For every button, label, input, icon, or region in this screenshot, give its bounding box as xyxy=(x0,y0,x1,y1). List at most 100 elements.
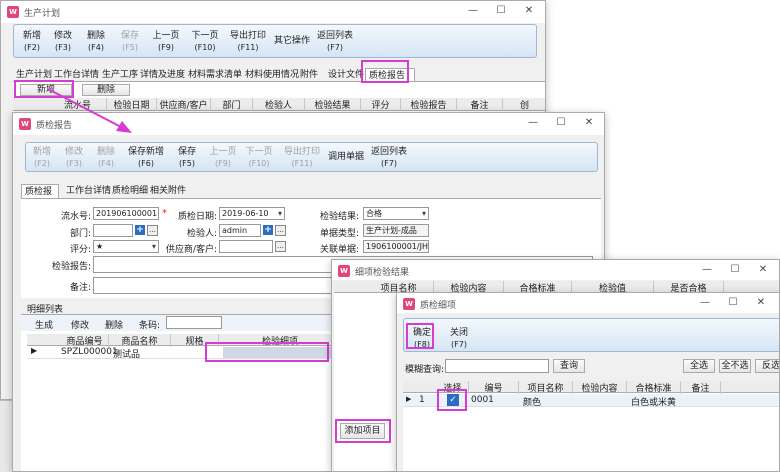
inspector-more-icon[interactable]: … xyxy=(275,225,286,236)
table-row[interactable]: ▶ SPZL000001 测试品 xyxy=(27,346,342,360)
save-button[interactable]: 保存 (F5) xyxy=(174,147,200,169)
window-title: 生产计划 xyxy=(24,9,61,19)
report-list-header: 流水号 检验日期 供应商/客户 部门 检验人 检验结果 评分 检验报告 备注 创 xyxy=(13,98,545,111)
new-button[interactable]: 新增 (F2) xyxy=(30,147,54,169)
next-page-key: (F10) xyxy=(194,43,216,52)
tab-material-demand[interactable]: 材料需求清单 xyxy=(185,68,245,82)
next-page-key: (F10) xyxy=(248,159,270,168)
tab-qc-detail[interactable]: 质检明细 xyxy=(109,184,151,198)
tab-attachments[interactable]: 附件 xyxy=(297,68,321,82)
score-select[interactable]: ★ xyxy=(93,240,159,253)
tab-workbench-detail[interactable]: 工作台详情 xyxy=(51,68,102,82)
main-toolbar: 新增 (F2) 修改 (F3) 删除 (F4) 保存 (F5) 上一页 (F9) 下一页 (… xyxy=(13,24,537,58)
qc-item-dialog: W 质检细项 — ☐ ✕ 确定 (F8) 关闭 (F7) 模糊查询: 查询 全选 全… xyxy=(396,292,780,472)
tab-production-plan[interactable]: 生产计划 xyxy=(13,68,55,82)
next-page-button[interactable]: 下一页 (F10) xyxy=(244,147,274,169)
maximize-button[interactable]: ☐ xyxy=(726,296,740,310)
confirm-button[interactable]: 确定 (F8) xyxy=(409,328,435,350)
select-none-button[interactable]: 全不选 xyxy=(719,359,751,373)
checkbox-select[interactable]: ✓ xyxy=(447,394,459,406)
delete-button[interactable]: 删除 (F4) xyxy=(84,31,108,53)
add-report-button[interactable]: 新增 xyxy=(20,84,72,96)
close-label: 关闭 xyxy=(449,328,468,338)
col-check-date: 检验日期 xyxy=(107,98,157,111)
maximize-button[interactable]: ☐ xyxy=(494,4,508,18)
confirm-label: 确定 xyxy=(412,328,431,338)
cell-index: 1 xyxy=(419,395,425,405)
tab-progress[interactable]: 详情及进度 xyxy=(137,68,188,82)
delete-report-button[interactable]: 删除 xyxy=(82,84,130,96)
detail-delete-button[interactable]: 删除 xyxy=(105,318,123,331)
cell-inspect-item[interactable] xyxy=(223,347,338,358)
tab-workbench-detail[interactable]: 工作台详情 xyxy=(63,184,114,198)
close-button[interactable]: ✕ xyxy=(582,116,596,130)
export-print-button[interactable]: 导出打印 (F11) xyxy=(228,31,268,53)
close-dialog-button[interactable]: 关闭 (F7) xyxy=(446,328,472,350)
next-page-button[interactable]: 下一页 (F10) xyxy=(190,31,220,53)
other-ops-button[interactable]: 其它操作 xyxy=(272,36,312,47)
date-picker[interactable]: 2019-06-10 xyxy=(219,207,285,220)
tab-material-usage[interactable]: 材料使用情况 xyxy=(242,68,302,82)
edit-button[interactable]: 修改 (F3) xyxy=(62,147,86,169)
confirm-key: (F8) xyxy=(414,340,430,349)
export-print-button[interactable]: 导出打印 (F11) xyxy=(282,147,322,169)
dept-input[interactable] xyxy=(93,224,133,237)
prev-page-button[interactable]: 上一页 (F9) xyxy=(208,147,238,169)
serial-input[interactable]: 201906100001 xyxy=(93,207,159,220)
edit-key: (F3) xyxy=(66,159,82,168)
result-select[interactable]: 合格 xyxy=(363,207,429,220)
next-page-label: 下一页 xyxy=(245,147,273,157)
invert-selection-button[interactable]: 反选 xyxy=(755,359,779,373)
delete-button[interactable]: 删除 (F4) xyxy=(94,147,118,169)
tab-qc-report[interactable]: 质检报告 xyxy=(21,184,59,211)
supplier-more-icon[interactable]: … xyxy=(275,241,286,252)
back-to-list-button[interactable]: 返回列表 (F7) xyxy=(370,147,408,169)
search-input[interactable] xyxy=(445,359,549,373)
save-key: (F5) xyxy=(122,43,138,52)
dept-more-icon[interactable]: … xyxy=(147,225,158,236)
title-bar: W 生产计划 — ☐ ✕ xyxy=(1,1,545,23)
save-new-button[interactable]: 保存新增 (F6) xyxy=(126,147,166,169)
tab-qc-report[interactable]: 质检报告 xyxy=(365,68,415,82)
prev-page-button[interactable]: 上一页 (F9) xyxy=(151,31,181,53)
detail-generate-button[interactable]: 生成 xyxy=(35,318,53,331)
save-button[interactable]: 保存 (F5) xyxy=(118,31,142,53)
add-item-button[interactable]: 添加项目 xyxy=(340,423,385,439)
qc-tabs: 质检报告 工作台详情 质检明细 相关附件 xyxy=(21,184,321,211)
close-key: (F7) xyxy=(451,340,467,349)
select-all-button[interactable]: 全选 xyxy=(683,359,715,373)
maximize-button[interactable]: ☐ xyxy=(554,116,568,130)
detail-edit-button[interactable]: 修改 xyxy=(71,318,89,331)
tab-design-files[interactable]: 设计文件 xyxy=(325,68,367,82)
tab-attachments[interactable]: 相关附件 xyxy=(147,184,189,198)
minimize-button[interactable]: — xyxy=(700,263,714,277)
search-label: 模糊查询: xyxy=(405,365,445,375)
close-button[interactable]: ✕ xyxy=(756,263,770,277)
table-row[interactable]: ▶ 1 ✓ 0001 颜色 白色或米黄 xyxy=(403,394,779,408)
minimize-button[interactable]: — xyxy=(466,4,480,18)
inspector-input[interactable]: admin xyxy=(219,224,261,237)
edit-button[interactable]: 修改 (F3) xyxy=(51,31,75,53)
col-item-name: 项目名称 xyxy=(519,381,573,394)
tab-process[interactable]: 生产工序 xyxy=(99,68,141,82)
minimize-button[interactable]: — xyxy=(698,296,712,310)
dept-add-icon[interactable]: + xyxy=(135,225,145,235)
barcode-input[interactable] xyxy=(166,316,222,329)
close-button[interactable]: ✕ xyxy=(522,4,536,18)
app-icon: W xyxy=(403,298,415,310)
call-document-button[interactable]: 调用单据 xyxy=(326,152,366,163)
maximize-button[interactable]: ☐ xyxy=(728,263,742,277)
inspector-add-icon[interactable]: + xyxy=(263,225,273,235)
back-to-list-button[interactable]: 返回列表 (F7) xyxy=(316,31,354,53)
serial-label: 流水号: xyxy=(60,212,91,222)
minimize-button[interactable]: — xyxy=(526,116,540,130)
new-button[interactable]: 新增 (F2) xyxy=(20,31,44,53)
new-key: (F2) xyxy=(24,43,40,52)
back-to-list-label: 返回列表 xyxy=(316,31,353,41)
supplier-input[interactable] xyxy=(219,240,273,253)
col-code: 编号 xyxy=(469,381,519,394)
close-button[interactable]: ✕ xyxy=(754,296,768,310)
search-button[interactable]: 查询 xyxy=(553,359,585,373)
score-label: 评分: xyxy=(69,245,91,255)
required-mark: * xyxy=(162,208,167,219)
